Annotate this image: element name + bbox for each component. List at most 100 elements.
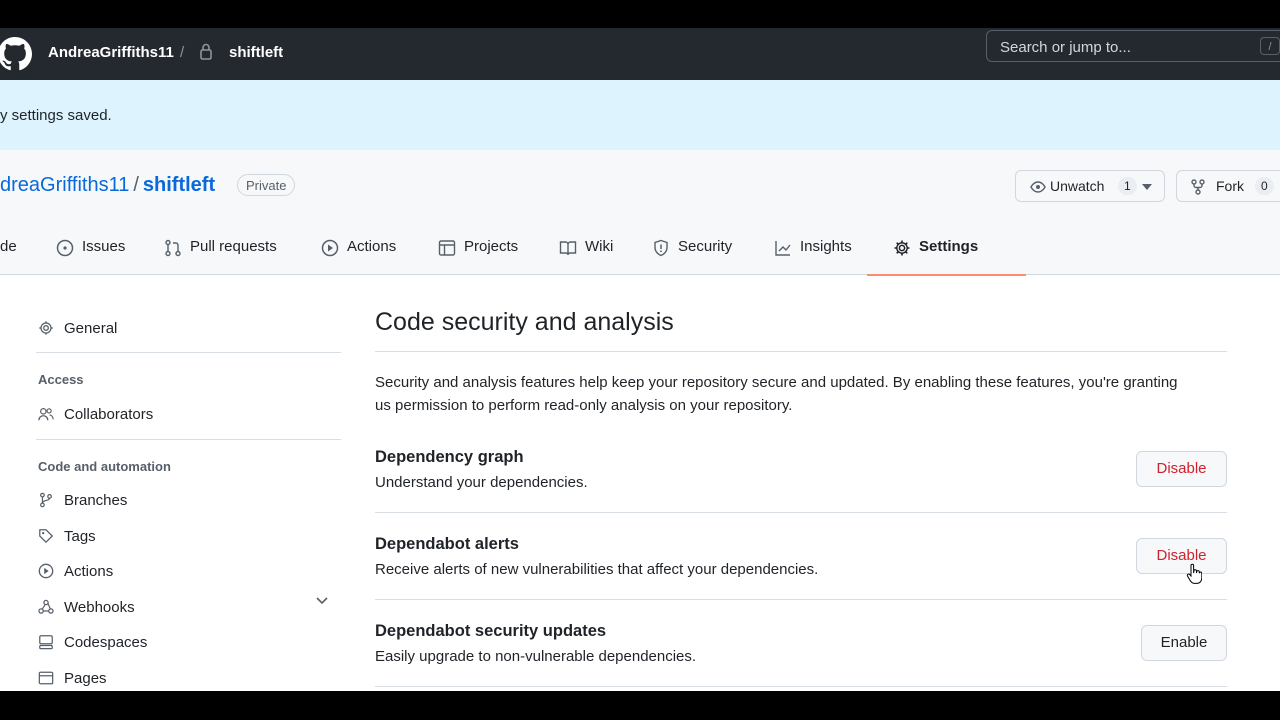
global-header: AndreaGriffiths11 / shiftleft /: [0, 28, 1280, 80]
chevron-down-icon: [1142, 184, 1152, 190]
fork-button[interactable]: Fork 0: [1176, 170, 1280, 202]
webhook-icon: [38, 599, 54, 614]
repo-header: dreaGriffiths11/shiftleft Private Unwatc…: [0, 150, 1280, 276]
feature-desc-dependabot-security-updates: Easily upgrade to non-vulnerable depende…: [375, 648, 697, 665]
sidebar-item-label: Tags: [64, 527, 96, 545]
tab-security[interactable]: Security: [652, 238, 732, 274]
sidebar-item-codespaces[interactable]: Codespaces: [38, 631, 147, 653]
tab-label: de: [0, 238, 17, 255]
search-shortcut-badge: /: [1260, 37, 1280, 55]
repo-name-link[interactable]: shiftleft: [143, 174, 215, 196]
branch-icon: [40, 492, 52, 508]
flash-banner: y settings saved.: [0, 80, 1280, 151]
shield-icon: [654, 239, 668, 257]
lock-icon: [200, 43, 212, 60]
sidebar-item-pages[interactable]: Pages: [38, 667, 107, 689]
play-icon: [38, 563, 54, 579]
sidebar-item-actions[interactable]: Actions: [38, 560, 113, 582]
tab-label: Security: [678, 238, 733, 255]
codespaces-icon: [39, 635, 53, 650]
intro-text: Security and analysis features help keep…: [375, 374, 1178, 414]
header-breadcrumb-separator: /: [180, 44, 185, 61]
unwatch-button[interactable]: Unwatch 1: [1015, 170, 1165, 202]
sidebar-item-general[interactable]: General: [38, 317, 117, 339]
graph-icon: [775, 241, 791, 256]
sidebar-item-label: Branches: [64, 491, 128, 509]
github-logo-icon[interactable]: [0, 37, 32, 71]
repo-title-separator: /: [133, 174, 139, 196]
gear-icon: [39, 321, 53, 335]
sidebar-item-label: Actions: [64, 562, 114, 580]
tab-wiki[interactable]: Wiki: [559, 238, 613, 274]
feature-divider: [375, 512, 1227, 513]
feature-title-dependency-graph: Dependency graph: [375, 448, 524, 466]
sidebar-item-label: Codespaces: [64, 633, 148, 651]
settings-sidebar: General Access Collaborators Code and au…: [0, 274, 345, 691]
header-owner-link[interactable]: AndreaGriffiths11: [48, 44, 174, 61]
sidebar-item-label: Collaborators: [64, 405, 154, 423]
watch-count: 1: [1118, 177, 1137, 195]
sidebar-divider: [36, 439, 341, 440]
sidebar-item-collaborators[interactable]: Collaborators: [38, 403, 153, 425]
sidebar-item-label: Pages: [64, 669, 107, 687]
tab-settings[interactable]: Settings: [867, 238, 1027, 276]
repo-nav-tabs: de Issues Pull requests Actions Projects…: [0, 230, 1280, 276]
tab-label: Actions: [347, 238, 397, 255]
tab-pull-requests[interactable]: Pull requests: [164, 238, 277, 274]
people-icon: [38, 408, 54, 421]
global-search[interactable]: [986, 30, 1280, 63]
feature-divider: [375, 686, 1227, 687]
settings-content: Code security and analysis Security and …: [375, 274, 1227, 691]
tag-icon: [39, 529, 53, 543]
play-icon: [321, 239, 339, 257]
tab-code[interactable]: de: [0, 238, 17, 274]
repo-title: dreaGriffiths11/shiftleft: [0, 174, 215, 197]
tab-issues[interactable]: Issues: [56, 238, 125, 274]
sidebar-item-label: Webhooks: [64, 598, 135, 616]
browser-icon: [38, 671, 54, 685]
tab-label: Insights: [800, 238, 852, 255]
fork-label: Fork: [1216, 178, 1244, 194]
tab-label: Pull requests: [190, 238, 277, 255]
sidebar-heading-code-automation: Code and automation: [38, 459, 171, 474]
tab-label: Settings: [919, 238, 979, 255]
sidebar-divider: [36, 352, 341, 353]
fork-count: 0: [1255, 177, 1274, 195]
feature-desc-dependabot-alerts: Receive alerts of new vulnerabilities th…: [375, 561, 819, 578]
disable-dependency-graph-button[interactable]: Disable: [1136, 451, 1227, 487]
issue-icon: [56, 239, 74, 257]
repo-owner-link[interactable]: dreaGriffiths11: [0, 174, 129, 196]
enable-dependabot-security-updates-button[interactable]: Enable: [1141, 625, 1227, 661]
tab-actions[interactable]: Actions: [321, 238, 396, 274]
sidebar-item-tags[interactable]: Tags: [38, 525, 96, 547]
tab-label: Wiki: [585, 238, 614, 255]
tab-label: Projects: [464, 238, 519, 255]
book-icon: [559, 241, 577, 256]
feature-title-dependabot-alerts: Dependabot alerts: [375, 535, 519, 553]
page-title: Code security and analysis: [375, 308, 674, 336]
sidebar-item-branches[interactable]: Branches: [38, 489, 127, 511]
table-icon: [438, 240, 456, 256]
feature-desc-dependency-graph: Understand your dependencies.: [375, 474, 588, 491]
eye-icon: [1030, 181, 1046, 193]
search-input[interactable]: [987, 31, 1272, 63]
visibility-badge: Private: [237, 174, 296, 196]
chevron-down-icon[interactable]: [316, 597, 328, 605]
sidebar-heading-access: Access: [38, 372, 84, 387]
pull-request-icon: [165, 239, 181, 257]
flash-message: y settings saved.: [0, 107, 112, 124]
app-window: AndreaGriffiths11 / shiftleft / y settin…: [0, 28, 1280, 691]
tab-insights[interactable]: Insights: [774, 238, 852, 274]
tab-projects[interactable]: Projects: [438, 238, 518, 274]
sidebar-item-label: General: [64, 319, 118, 337]
fork-icon: [1191, 179, 1205, 195]
tab-label: Issues: [82, 238, 126, 255]
feature-title-dependabot-security-updates: Dependabot security updates: [375, 622, 607, 640]
title-divider: [375, 351, 1227, 352]
header-repo-link[interactable]: shiftleft: [229, 44, 283, 61]
unwatch-label: Unwatch: [1050, 178, 1105, 194]
gear-icon: [894, 240, 910, 256]
disable-dependabot-alerts-button[interactable]: Disable: [1136, 538, 1227, 574]
sidebar-item-webhooks[interactable]: Webhooks: [38, 596, 135, 618]
hand-cursor-icon: [1186, 563, 1202, 584]
